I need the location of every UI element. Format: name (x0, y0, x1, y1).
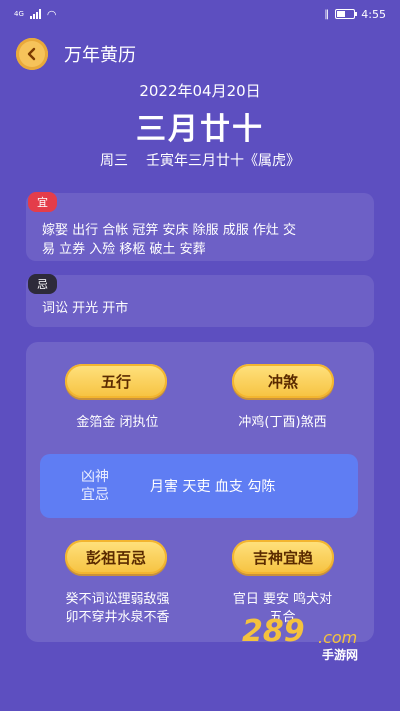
wifi-icon: ◠ (46, 7, 57, 21)
ji-text: 词讼 开光 开市 (42, 301, 129, 316)
wuxing-value: 金箔金 闭执位 (76, 415, 159, 430)
jishen-line-1: 官日 要安 鸣犬对 (232, 592, 333, 607)
ji-tag: 忌 (28, 274, 57, 294)
pengzu-line-1: 癸不词讼理弱敌强 (65, 592, 170, 607)
pengzu-button[interactable]: 彭祖百忌 (65, 540, 167, 574)
signal-icon (29, 9, 41, 19)
lunar-year-zodiac: 壬寅年三月廿十《属虎》 (146, 153, 300, 169)
vibrate-icon: ‖ (324, 8, 330, 20)
yi-line-2: 易 立券 入殓 移柩 破土 安葬 (42, 242, 206, 257)
status-right: ‖ 4:55 (324, 8, 386, 21)
weekday: 周三 (100, 153, 128, 169)
app-header: 万年黄历 (0, 36, 400, 72)
battery-fill (337, 11, 346, 17)
xiongshen-box: 凶神 宜忌 月害 天吏 血支 勾陈 (40, 454, 358, 518)
pengzu-value: 癸不词讼理弱敌强 卯不穿井水泉不香 (40, 591, 195, 627)
ji-panel: 词讼 开光 开市 (26, 275, 374, 327)
xiongshen-value: 月害 天吏 血支 勾陈 (150, 479, 276, 495)
site-watermark: 289 .com 手游网 (230, 614, 380, 664)
watermark-subtitle: 手游网 (322, 648, 359, 662)
battery-icon (335, 9, 358, 19)
xiongshen-label: 凶神 宜忌 (40, 468, 150, 504)
watermark-domain: .com (318, 628, 358, 647)
status-time: 4:55 (361, 7, 386, 21)
status-bar: 4G ◠ ‖ 4:55 (0, 0, 400, 28)
network-type: 4G (14, 10, 24, 18)
watermark-number: 289 (242, 614, 305, 649)
yi-panel: 嫁娶 出行 合帐 冠笄 安床 除服 成服 作灶 交 易 立券 入殓 移柩 破土 … (26, 193, 374, 261)
wuxing-button[interactable]: 五行 (65, 364, 167, 398)
jishen-button[interactable]: 吉神宜趋 (232, 540, 334, 574)
chongsha-value: 冲鸡(丁酉)煞西 (238, 415, 327, 430)
status-left: 4G ◠ (14, 8, 57, 21)
xiongshen-label-line-1: 凶神 (81, 469, 109, 485)
chongsha-button[interactable]: 冲煞 (232, 364, 334, 398)
back-button[interactable] (16, 38, 48, 70)
yi-line-1: 嫁娶 出行 合帐 冠笄 安床 除服 成服 作灶 交 (42, 223, 297, 238)
pengzu-line-2: 卯不穿井水泉不香 (65, 610, 170, 625)
xiongshen-label-line-2: 宜忌 (81, 487, 109, 503)
page-title: 万年黄历 (64, 45, 136, 66)
chevron-left-icon (27, 47, 36, 61)
lunar-date-large: 三月廿十 (136, 112, 264, 147)
yi-tag: 宜 (28, 192, 57, 212)
gregorian-date: 2022年04月20日 (139, 82, 261, 100)
lunar-date-full: 周三 壬寅年三月廿十《属虎》 (0, 150, 400, 170)
